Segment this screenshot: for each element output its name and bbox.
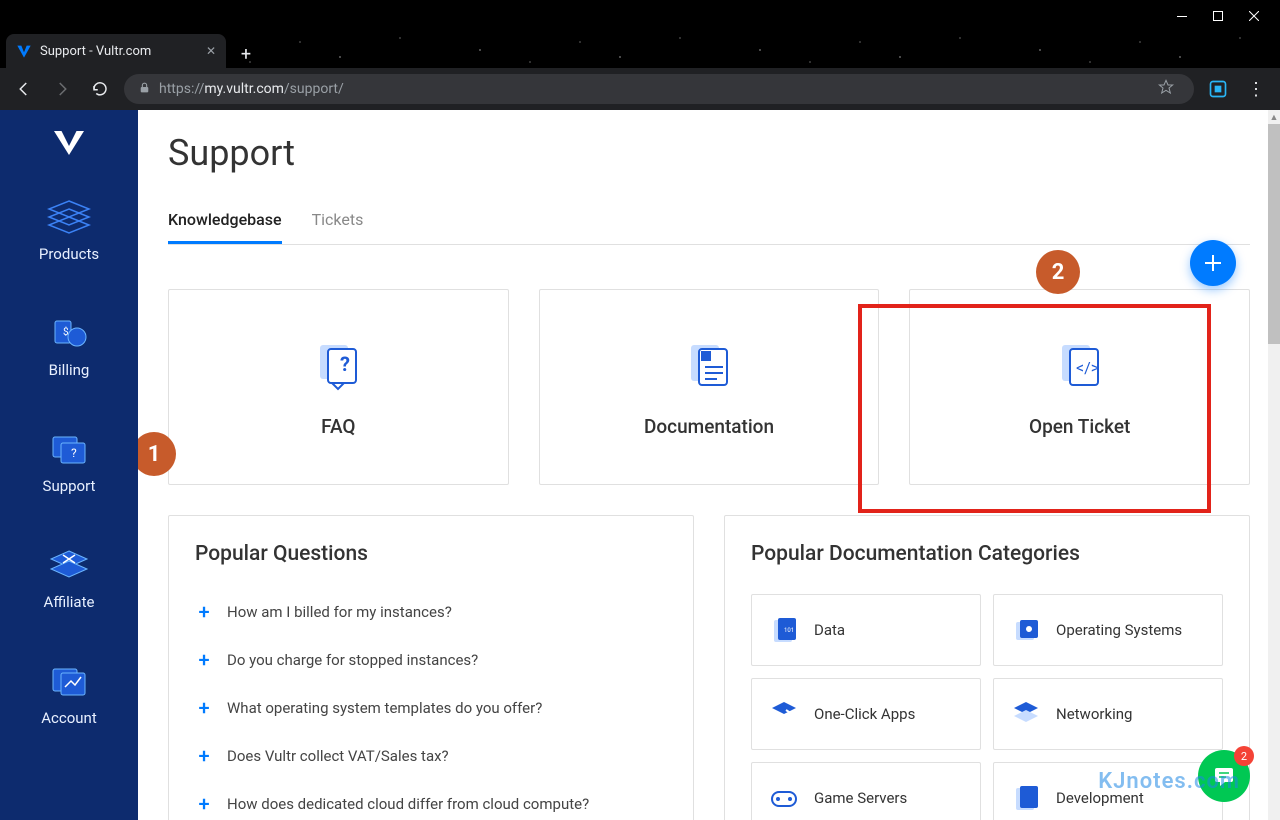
window-maximize-button[interactable] — [1200, 2, 1236, 30]
plus-icon: + — [195, 648, 213, 672]
sidebar-item-label: Account — [41, 709, 97, 727]
browser-tab-strip: Support - Vultr.com ✕ + — [0, 32, 1280, 68]
star-icon[interactable] — [1158, 79, 1174, 99]
tab-knowledgebase[interactable]: Knowledgebase — [168, 210, 282, 244]
forward-button[interactable] — [48, 75, 76, 103]
networking-icon — [1010, 698, 1042, 730]
question-item[interactable]: +How am I billed for my instances? — [195, 594, 667, 630]
sidebar-item-label: Products — [39, 245, 99, 263]
affiliate-icon — [45, 547, 93, 585]
vultr-favicon-icon — [16, 43, 32, 59]
sidebar-item-label: Affiliate — [44, 593, 95, 611]
svg-text:101: 101 — [784, 627, 794, 634]
tab-close-icon[interactable]: ✕ — [206, 44, 216, 58]
card-label: FAQ — [321, 415, 355, 438]
plus-icon: + — [195, 600, 213, 624]
annotation-badge-2: 2 — [1036, 250, 1080, 294]
data-icon: 101 — [768, 614, 800, 646]
open-ticket-icon: </> — [1052, 337, 1108, 393]
sidebar-item-products[interactable]: Products — [19, 188, 119, 274]
window-minimize-button[interactable] — [1164, 2, 1200, 30]
category-oneclick[interactable]: One-Click Apps — [751, 678, 981, 750]
question-item[interactable]: +How does dedicated cloud differ from cl… — [195, 786, 667, 820]
development-icon — [1010, 782, 1042, 814]
tab-tickets[interactable]: Tickets — [312, 210, 364, 244]
window-close-button[interactable] — [1236, 2, 1272, 30]
plus-icon: + — [195, 744, 213, 768]
plus-icon — [1203, 253, 1223, 273]
gamepad-icon — [768, 782, 800, 814]
scrollbar[interactable]: ▲ — [1268, 110, 1280, 820]
plus-icon: + — [195, 696, 213, 720]
card-open-ticket[interactable]: </> Open Ticket — [909, 289, 1250, 485]
sidebar-item-label: Support — [43, 477, 96, 495]
question-list: +How am I billed for my instances? +Do y… — [195, 594, 667, 820]
support-icon: ? — [45, 431, 93, 469]
billing-icon: $ — [45, 315, 93, 353]
popular-doc-categories-panel: Popular Documentation Categories 101 Dat… — [724, 515, 1250, 820]
category-data[interactable]: 101 Data — [751, 594, 981, 666]
question-item[interactable]: +Does Vultr collect VAT/Sales tax? — [195, 738, 667, 774]
sidebar-item-label: Billing — [49, 361, 90, 379]
browser-menu-button[interactable]: ⋮ — [1242, 75, 1270, 103]
browser-tab-active[interactable]: Support - Vultr.com ✕ — [6, 34, 226, 68]
cube-stack-icon — [45, 199, 93, 237]
documentation-icon — [681, 337, 737, 393]
svg-text:?: ? — [340, 352, 350, 376]
question-item[interactable]: +Do you charge for stopped instances? — [195, 642, 667, 678]
card-label: Documentation — [644, 415, 774, 438]
sidebar-item-affiliate[interactable]: Affiliate — [19, 536, 119, 622]
sidebar-item-support[interactable]: ? Support — [19, 420, 119, 506]
vultr-logo-icon[interactable] — [51, 128, 87, 158]
window-titlebar — [0, 0, 1280, 32]
category-development[interactable]: Development — [993, 762, 1223, 820]
reload-button[interactable] — [86, 75, 114, 103]
category-os[interactable]: Operating Systems — [993, 594, 1223, 666]
account-icon — [45, 663, 93, 701]
address-bar[interactable]: https://my.vultr.com/support/ — [124, 74, 1194, 104]
category-grid: 101 Data Operating Systems One-Click App… — [751, 594, 1223, 820]
card-documentation[interactable]: Documentation — [539, 289, 880, 485]
browser-tab-title: Support - Vultr.com — [40, 44, 151, 59]
add-fab-button[interactable] — [1190, 240, 1236, 286]
svg-text:?: ? — [71, 446, 77, 460]
url-text: https://my.vultr.com/support/ — [159, 81, 344, 97]
sidebar-item-account[interactable]: Account — [19, 652, 119, 738]
plus-icon: + — [195, 792, 213, 816]
os-icon — [1010, 614, 1042, 646]
scroll-thumb[interactable] — [1268, 124, 1280, 344]
chat-fab-button[interactable]: 2 — [1198, 750, 1250, 802]
new-tab-button[interactable]: + — [232, 40, 260, 68]
panel-title: Popular Questions — [195, 542, 667, 566]
back-button[interactable] — [10, 75, 38, 103]
question-item[interactable]: +What operating system templates do you … — [195, 690, 667, 726]
category-networking[interactable]: Networking — [993, 678, 1223, 750]
app-frame: Products $ Billing ? Support Affiliate A… — [0, 110, 1280, 820]
main-content: Support Knowledgebase Tickets ? FAQ Docu… — [138, 110, 1280, 820]
svg-text:</>: </> — [1076, 358, 1099, 377]
scroll-up-arrow-icon[interactable]: ▲ — [1268, 110, 1280, 124]
lock-icon — [138, 81, 151, 98]
extension-icon[interactable] — [1204, 75, 1232, 103]
apps-icon — [768, 698, 800, 730]
chat-icon — [1212, 764, 1236, 788]
faq-icon: ? — [310, 337, 366, 393]
panel-title: Popular Documentation Categories — [751, 542, 1223, 566]
two-column: Popular Questions +How am I billed for m… — [168, 515, 1250, 820]
browser-toolbar: https://my.vultr.com/support/ ⋮ — [0, 68, 1280, 110]
content-tabs: Knowledgebase Tickets — [168, 210, 1250, 245]
card-row: ? FAQ Documentation </> Open Ticket — [168, 289, 1250, 485]
page-title: Support — [168, 132, 1250, 174]
card-faq[interactable]: ? FAQ — [168, 289, 509, 485]
sidebar-item-billing[interactable]: $ Billing — [19, 304, 119, 390]
address-bar-actions — [1158, 79, 1180, 99]
sidebar: Products $ Billing ? Support Affiliate A… — [0, 110, 138, 820]
chat-badge: 2 — [1234, 746, 1254, 766]
category-game-servers[interactable]: Game Servers — [751, 762, 981, 820]
card-label: Open Ticket — [1029, 415, 1130, 438]
popular-questions-panel: Popular Questions +How am I billed for m… — [168, 515, 694, 820]
